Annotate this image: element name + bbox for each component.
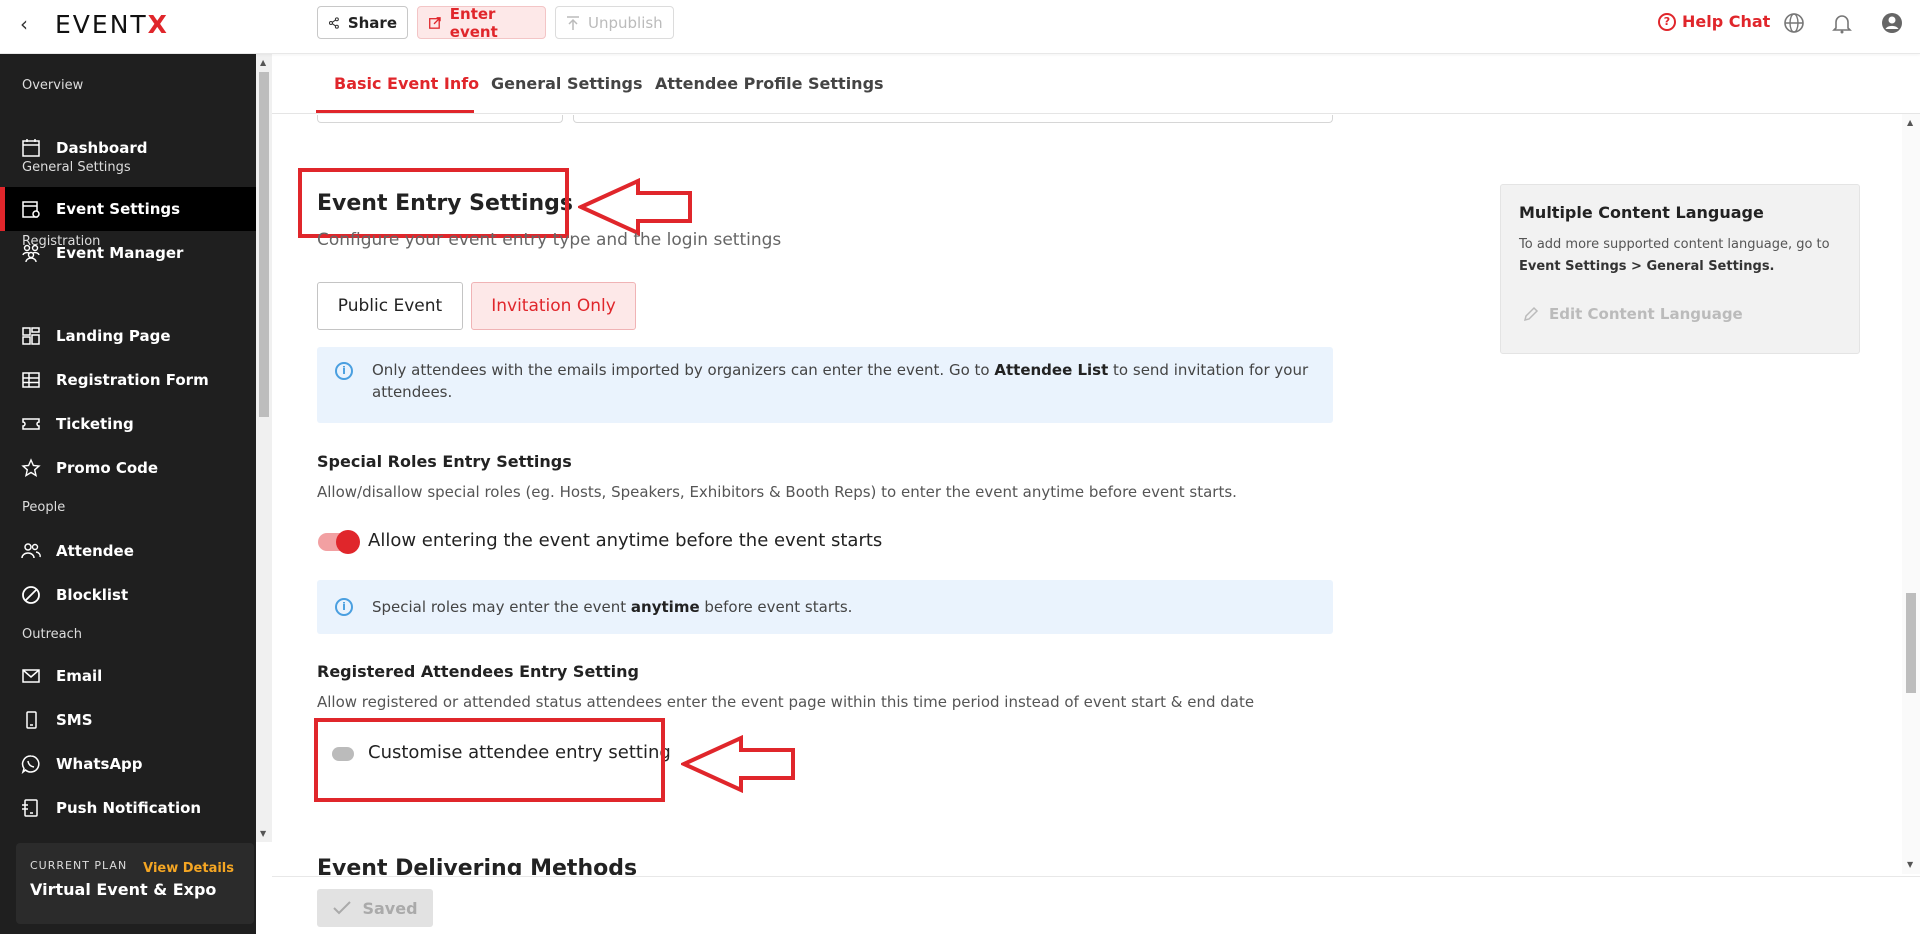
ticket-icon [20,413,42,435]
whatsapp-icon [20,753,42,775]
enter-event-button[interactable]: Enter event [417,5,546,41]
sidebar-scrollbar[interactable]: ▲ ▼ [256,54,272,842]
phone-icon [20,709,42,731]
globe-icon[interactable] [1783,12,1805,34]
sidebar-item-whatsapp[interactable]: WhatsApp [0,742,256,786]
share-button[interactable]: Share [317,6,408,39]
sidebar-section-registration: Registration [22,234,101,249]
registered-attendees-description: Allow registered or attended status atte… [317,693,1255,711]
tab-general-settings[interactable]: General Settings [491,74,643,93]
sidebar-section-people: People [22,500,66,515]
sidebar-item-promo-code[interactable]: Promo Code [0,446,256,490]
share-icon [328,16,339,29]
help-chat-button[interactable]: ? Help Chat [1658,12,1770,31]
highlight-box-title [298,168,569,238]
special-roles-title: Special Roles Entry Settings [317,452,572,471]
scroll-up-icon[interactable]: ▲ [260,58,266,67]
plan-name: Virtual Event & Expo [30,880,217,899]
bottom-action-bar: Saved [272,876,1920,934]
push-notification-icon [20,797,42,819]
saved-button[interactable]: Saved [317,889,433,927]
top-bar: ‹ EVENTX Share Enter event Unpublish ? H… [0,0,1920,54]
help-icon: ? [1658,12,1676,31]
content-language-title: Multiple Content Language [1519,203,1764,222]
event-delivering-methods-title: Event Delivering Methods [317,856,638,875]
info-icon: i [335,362,353,380]
block-icon [20,584,42,606]
users-icon [20,540,42,562]
content-language-description: To add more supported content language, … [1519,237,1830,274]
layout-icon [20,325,42,347]
sidebar-section-general: General Settings [22,160,131,175]
sidebar-item-sms[interactable]: SMS [0,698,256,742]
annotation-arrow-icon [681,735,795,793]
sidebar-item-attendee[interactable]: Attendee [0,529,256,573]
attendee-list-link[interactable]: Attendee List [994,361,1108,379]
previous-field-stub-wide [573,115,1333,123]
scroll-down-icon[interactable]: ▼ [260,829,266,838]
sidebar-item-landing-page[interactable]: Landing Page [0,314,256,358]
edit-content-language-button[interactable]: Edit Content Language [1523,305,1743,323]
star-icon [20,457,42,479]
active-tab-indicator [316,110,474,113]
content-language-card: Multiple Content Language To add more su… [1500,184,1860,354]
settings-tabs: Basic Event Info General Settings Attend… [272,54,1920,114]
special-roles-info-box: i Special roles may enter the event anyt… [317,580,1333,634]
external-link-icon [429,16,441,29]
calendar-icon [20,137,42,159]
table-icon [20,369,42,391]
previous-field-stub [317,115,563,123]
sidebar-item-blocklist[interactable]: Blocklist [0,573,256,617]
main-content: Event Entry Settings Configure your even… [272,115,1902,875]
calendar-gear-icon [20,198,42,220]
public-event-option[interactable]: Public Event [317,282,463,330]
bell-icon[interactable] [1831,12,1853,34]
pencil-icon [1523,306,1539,322]
sidebar-section-overview: Overview [22,78,84,93]
special-roles-toggle[interactable] [318,530,360,554]
current-plan-card: CURRENT PLAN View Details Virtual Event … [16,843,254,924]
sidebar-item-registration-form[interactable]: Registration Form [0,358,256,402]
user-avatar-icon[interactable] [1881,12,1903,34]
registered-attendees-title: Registered Attendees Entry Setting [317,662,639,681]
mail-icon [20,665,42,687]
view-details-link[interactable]: View Details [143,861,234,876]
sidebar-item-push-notification[interactable]: Push Notification [0,786,256,830]
back-icon[interactable]: ‹ [20,12,28,36]
upload-icon [567,15,579,30]
sidebar-scroll-thumb[interactable] [259,72,269,417]
special-roles-description: Allow/disallow special roles (eg. Hosts,… [317,483,1237,501]
annotation-arrow-icon [578,178,692,236]
scroll-up-icon[interactable]: ▲ [1907,118,1913,127]
main-scroll-thumb[interactable] [1906,593,1916,693]
main-scrollbar[interactable]: ▲ ▼ [1902,114,1920,874]
logo[interactable]: EVENTX [55,10,169,39]
sidebar-item-email[interactable]: Email [0,654,256,698]
invitation-info-box: i Only attendees with the emails importe… [317,347,1333,423]
info-icon: i [335,598,353,616]
special-roles-toggle-label: Allow entering the event anytime before … [368,530,883,551]
sidebar-item-event-settings[interactable]: Event Settings [0,187,256,231]
invitation-only-option[interactable]: Invitation Only [471,282,636,330]
sidebar-section-outreach: Outreach [22,627,82,642]
highlight-box-toggle [314,718,665,802]
tab-basic-event-info[interactable]: Basic Event Info [334,74,479,93]
sidebar-item-ticketing[interactable]: Ticketing [0,402,256,446]
event-entry-settings-subtitle: Configure your event entry type and the … [317,230,782,250]
scroll-down-icon[interactable]: ▼ [1907,860,1913,869]
tab-attendee-profile-settings[interactable]: Attendee Profile Settings [655,74,884,93]
unpublish-button[interactable]: Unpublish [555,6,674,39]
toggle-knob [336,530,360,554]
sidebar: Overview Dashboard General Settings Even… [0,54,256,934]
check-icon [333,901,352,915]
